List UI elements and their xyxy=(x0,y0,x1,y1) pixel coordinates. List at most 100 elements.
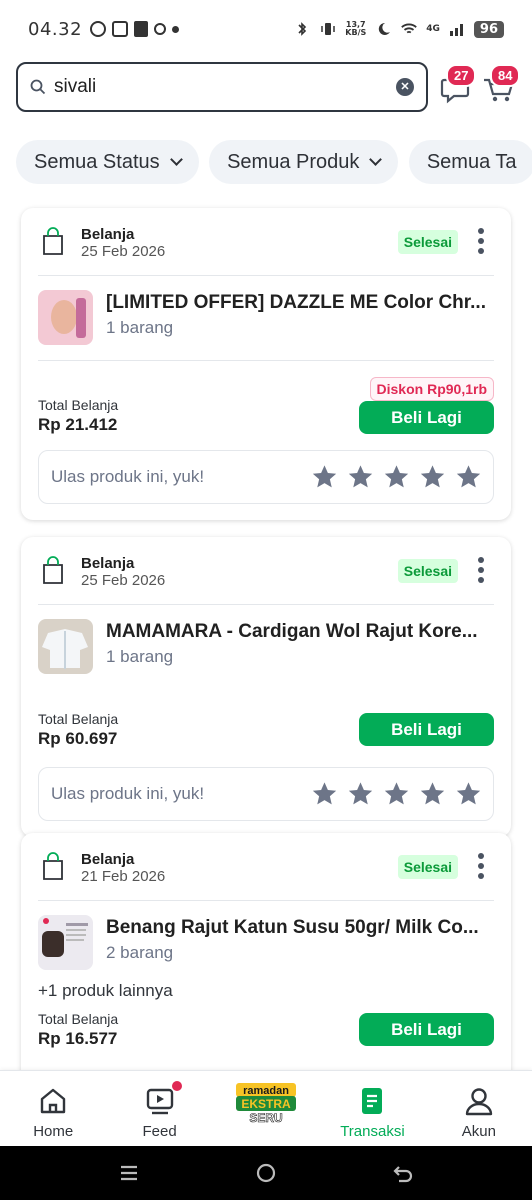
nav-feed-label: Feed xyxy=(142,1123,177,1140)
status-badge: Selesai xyxy=(397,855,458,879)
more-options-icon[interactable] xyxy=(478,853,484,879)
notification-dot xyxy=(171,1081,182,1091)
order-category: Belanja xyxy=(81,226,135,243)
vibrate-icon xyxy=(321,23,336,35)
svg-text:EKSTRA: EKSTRA xyxy=(241,1097,291,1111)
settings-icon xyxy=(154,23,167,35)
user-icon xyxy=(465,1088,493,1116)
star-icon[interactable] xyxy=(310,463,339,491)
play-icon xyxy=(146,1088,173,1115)
buy-again-button[interactable]: Beli Lagi xyxy=(359,1013,494,1046)
review-prompt[interactable]: Ulas produk ini, yuk! xyxy=(38,767,494,821)
total-value: Rp 16.577 xyxy=(38,1029,118,1048)
order-date: 25 Feb 2026 xyxy=(81,572,166,589)
shopping-bag-icon xyxy=(43,852,63,880)
product-thumbnail xyxy=(38,290,93,345)
filter-status-chip[interactable]: Semua Status xyxy=(16,140,199,184)
back-icon[interactable] xyxy=(391,1161,415,1185)
star-icon[interactable] xyxy=(382,463,411,491)
network-type: 4G xyxy=(426,24,440,34)
buy-again-button[interactable]: Beli Lagi xyxy=(359,401,494,434)
nav-account-label: Akun xyxy=(461,1123,496,1140)
bluetooth-icon xyxy=(298,22,307,36)
star-icon[interactable] xyxy=(454,463,483,491)
moon-icon xyxy=(379,22,391,35)
order-date: 21 Feb 2026 xyxy=(81,868,166,885)
review-prompt[interactable]: Ulas produk ini, yuk! xyxy=(38,450,494,504)
network-speed: 13,7 KB/S xyxy=(345,20,367,37)
star-icon[interactable] xyxy=(418,780,447,808)
svg-text:SERU: SERU xyxy=(249,1111,282,1125)
search-icon xyxy=(30,79,46,95)
order-category: Belanja xyxy=(81,851,135,868)
battery-level: 96 xyxy=(473,20,504,38)
star-icon[interactable] xyxy=(418,463,447,491)
search-header: sivali ✕ 27 84 xyxy=(16,62,521,112)
order-card[interactable]: Belanja 25 Feb 2026 Selesai [LIMITED OFF… xyxy=(21,208,511,520)
home-circle-icon[interactable] xyxy=(254,1161,278,1185)
chat-badge: 27 xyxy=(446,64,477,87)
svg-text:ramadan: ramadan xyxy=(243,1085,289,1097)
product-quantity: 2 barang xyxy=(106,943,174,962)
shopping-bag-icon xyxy=(43,556,63,584)
rating-stars[interactable] xyxy=(310,780,483,808)
ramadan-promo-logo: ramadan EKSTRA SERU xyxy=(236,1083,297,1125)
star-icon[interactable] xyxy=(346,463,375,491)
rating-stars[interactable] xyxy=(310,463,483,491)
product-name: MAMAMARA - Cardigan Wol Rajut Kore... xyxy=(106,621,478,642)
nav-home-label: Home xyxy=(33,1123,74,1140)
product-name: [LIMITED OFFER] DAZZLE ME Color Chr... xyxy=(106,292,486,313)
bottom-navigation: Home Feed ramadan EKSTRA SERU Transaksi … xyxy=(0,1070,532,1146)
signal-icon xyxy=(449,24,463,36)
recent-apps-icon[interactable] xyxy=(117,1161,141,1185)
total-label: Total Belanja xyxy=(38,397,119,413)
filter-product-chip[interactable]: Semua Produk xyxy=(209,140,399,184)
more-options-icon[interactable] xyxy=(478,557,484,583)
chat-button[interactable]: 27 xyxy=(436,64,477,106)
product-thumbnail xyxy=(38,619,93,674)
product-name: Benang Rajut Katun Susu 50gr/ Milk Co... xyxy=(106,917,479,938)
order-date: 25 Feb 2026 xyxy=(81,243,166,260)
cart-button[interactable]: 84 xyxy=(480,64,521,106)
system-navigation-bar xyxy=(0,1146,532,1200)
total-label: Total Belanja xyxy=(38,1011,119,1027)
star-icon[interactable] xyxy=(310,780,339,808)
search-input[interactable]: sivali ✕ xyxy=(16,62,428,112)
order-card[interactable]: Belanja 21 Feb 2026 Selesai Benang Rajut… xyxy=(21,833,511,1093)
nav-account[interactable]: Akun xyxy=(426,1071,532,1146)
wifi-icon xyxy=(401,23,418,34)
whatsapp-icon xyxy=(90,21,107,37)
nav-home[interactable]: Home xyxy=(0,1071,106,1146)
star-icon[interactable] xyxy=(454,780,483,808)
star-icon[interactable] xyxy=(382,780,411,808)
home-icon xyxy=(41,1088,66,1114)
tiktok-icon xyxy=(112,21,129,37)
star-icon[interactable] xyxy=(346,780,375,808)
nav-promo[interactable]: ramadan EKSTRA SERU xyxy=(213,1071,319,1146)
total-label: Total Belanja xyxy=(38,711,119,727)
cart-badge: 84 xyxy=(490,64,521,87)
status-bar: 04.32 13,7 KB/S 4G 96 xyxy=(0,0,532,58)
product-thumbnail xyxy=(38,915,93,970)
clear-search-button[interactable]: ✕ xyxy=(396,78,414,96)
nav-transactions-label: Transaksi xyxy=(340,1123,405,1140)
shopping-bag-icon xyxy=(43,227,63,255)
discount-badge: Diskon Rp90,1rb xyxy=(369,377,494,401)
more-options-icon[interactable] xyxy=(478,228,484,254)
search-query: sivali xyxy=(54,76,97,97)
transaction-list-icon xyxy=(362,1088,383,1114)
product-quantity: 1 barang xyxy=(106,647,174,666)
filter-date-chip[interactable]: Semua Ta xyxy=(408,140,532,184)
review-text: Ulas produk ini, yuk! xyxy=(51,784,205,803)
chevron-down-icon xyxy=(169,152,183,166)
status-badge: Selesai xyxy=(397,230,458,254)
buy-again-button[interactable]: Beli Lagi xyxy=(359,713,494,746)
product-quantity: 1 barang xyxy=(106,318,174,337)
total-value: Rp 60.697 xyxy=(38,729,118,748)
order-card[interactable]: Belanja 25 Feb 2026 Selesai MAMAMARA - C… xyxy=(21,537,511,837)
chevron-down-icon xyxy=(369,152,383,166)
total-value: Rp 21.412 xyxy=(38,415,118,434)
nav-feed[interactable]: Feed xyxy=(106,1071,212,1146)
nav-transactions[interactable]: Transaksi xyxy=(319,1071,425,1146)
shopping-bag-icon xyxy=(134,21,149,37)
